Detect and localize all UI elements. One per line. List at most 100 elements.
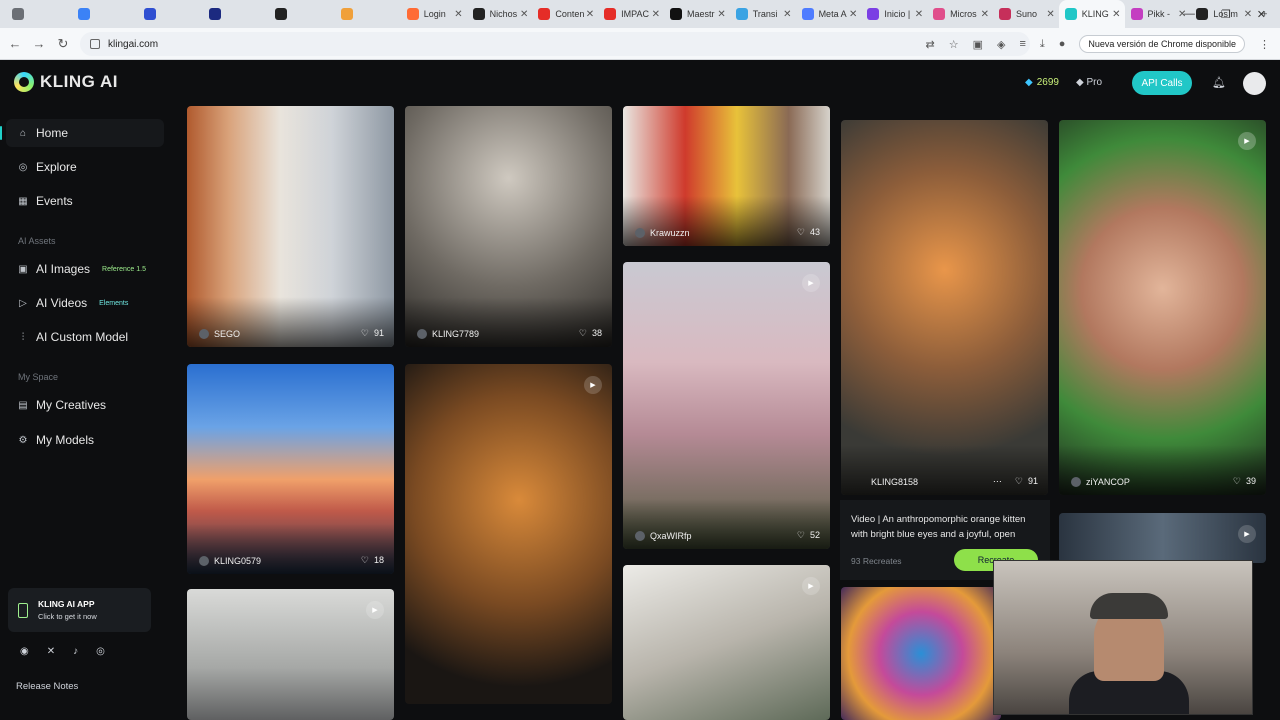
gallery-card[interactable]: ▶	[623, 565, 830, 720]
browser-tab[interactable]	[269, 0, 335, 28]
gallery-card[interactable]: Krawuzzn ♡ 43	[623, 106, 830, 246]
puzzle-icon[interactable]: ◈	[997, 38, 1005, 51]
close-icon[interactable]: ✕	[652, 9, 660, 20]
play-icon[interactable]: ▶	[366, 601, 384, 619]
card-owner[interactable]: SEGO	[199, 329, 240, 339]
like-button[interactable]: ♡ 52	[797, 530, 820, 541]
like-button[interactable]: ♡ 18	[361, 555, 384, 566]
minimize-icon[interactable]: —	[1184, 8, 1195, 20]
close-icon[interactable]: ✕	[783, 9, 791, 20]
close-icon[interactable]: ✕	[1046, 9, 1054, 20]
extension-icon[interactable]: ▣	[973, 38, 983, 51]
browser-tab[interactable]	[138, 0, 204, 28]
browser-tab[interactable]: IMPAC ✕	[598, 0, 664, 28]
bookmark-star-icon[interactable]: ☆	[949, 38, 959, 51]
gallery-card[interactable]: SEGO ♡ 91	[187, 106, 394, 347]
browser-tab[interactable]	[335, 0, 401, 28]
browser-tab-active[interactable]: KLING ✕	[1058, 0, 1125, 28]
menu-kebab-icon[interactable]: ⋮	[1259, 38, 1270, 51]
sidebar-item-ai-custom-model[interactable]: ⫶ AI Custom Model	[6, 323, 164, 351]
close-icon[interactable]: ✕	[454, 9, 462, 20]
restore-icon[interactable]: ❐	[1221, 8, 1231, 21]
close-icon[interactable]: ✕	[981, 9, 989, 20]
browser-tab[interactable]: Pikk - ✕	[1125, 0, 1191, 28]
bell-icon[interactable]: 🔔︎	[1212, 76, 1226, 89]
like-button[interactable]: ♡ 43	[797, 227, 820, 238]
credits-counter[interactable]: ◆ 2699	[1025, 77, 1059, 88]
gallery-card[interactable]: ▶	[187, 589, 394, 720]
browser-tab[interactable]: Maestr ✕	[664, 0, 730, 28]
x-icon[interactable]: ✕	[47, 646, 55, 657]
sidebar-item-events[interactable]: ▦ Events	[6, 187, 164, 215]
avatar[interactable]	[1243, 72, 1266, 95]
instagram-icon[interactable]: ◎	[96, 646, 105, 657]
like-button[interactable]: ♡ 39	[1233, 476, 1256, 487]
discord-icon[interactable]: ◉	[20, 646, 29, 657]
media-icon[interactable]: ≡	[1019, 38, 1025, 50]
close-icon[interactable]: ✕	[849, 9, 857, 20]
browser-tab[interactable]: Suno ✕	[993, 0, 1059, 28]
brand-logo[interactable]: KLING AI	[14, 72, 118, 92]
like-button[interactable]: ♡ 38	[579, 328, 602, 339]
sidebar-item-ai-videos[interactable]: ▷ AI Videos Elements	[6, 289, 164, 317]
sidebar-item-explore[interactable]: ◎ Explore	[6, 153, 164, 181]
like-button[interactable]: ♡ 91	[361, 328, 384, 339]
card-owner[interactable]: KLING8158	[853, 477, 918, 487]
sidebar-item-label: Events	[36, 194, 73, 208]
gallery-card[interactable]: ▶	[1059, 513, 1266, 563]
translate-icon[interactable]: ⇄	[925, 38, 934, 51]
play-icon[interactable]: ▶	[802, 274, 820, 292]
browser-tab[interactable]: Login ✕	[401, 0, 467, 28]
browser-tab[interactable]	[203, 0, 269, 28]
profile-icon[interactable]: ●	[1059, 38, 1066, 50]
sidebar-item-home[interactable]: ⌂ Home	[6, 119, 164, 147]
close-window-icon[interactable]: ✕	[1257, 8, 1266, 21]
card-owner[interactable]: ziYANCOP	[1071, 477, 1130, 487]
play-icon[interactable]: ▶	[802, 577, 820, 595]
more-icon[interactable]: ⋯	[993, 476, 1002, 487]
gallery-card[interactable]: ▶	[405, 364, 612, 704]
sidebar-item-my-creatives[interactable]: ▤ My Creatives	[6, 391, 164, 419]
tiktok-icon[interactable]: ♪	[73, 646, 78, 657]
gallery-card[interactable]: ▶ ziYANCOP ♡ 39	[1059, 120, 1266, 495]
close-icon[interactable]: ✕	[1112, 9, 1120, 20]
release-notes-link[interactable]: Release Notes	[16, 681, 78, 692]
url-field[interactable]: klingai.com	[80, 32, 1030, 56]
gallery-card[interactable]: KLING7789 ♡ 38	[405, 106, 612, 347]
close-icon[interactable]: ✕	[520, 9, 528, 20]
browser-tab[interactable]: Transi ✕	[730, 0, 796, 28]
play-icon[interactable]: ▶	[1238, 525, 1256, 543]
browser-tab[interactable]	[6, 0, 72, 28]
like-button[interactable]: ⋯ ♡ 91	[993, 476, 1038, 487]
play-icon[interactable]: ▶	[584, 376, 602, 394]
card-owner[interactable]: KLING7789	[417, 329, 479, 339]
gallery-card[interactable]	[841, 587, 1001, 720]
api-calls-button[interactable]: API Calls	[1132, 71, 1192, 95]
sidebar-item-ai-images[interactable]: ▣ AI Images Reference 1.5	[6, 255, 164, 283]
back-icon[interactable]: ←	[3, 36, 27, 51]
card-owner[interactable]: QxaWIRfp	[635, 531, 692, 541]
plan-badge[interactable]: ◆ Pro	[1076, 77, 1102, 88]
app-download-card[interactable]: KLING AI APP Click to get it now	[8, 588, 151, 632]
sidebar-item-label: Explore	[36, 160, 77, 174]
close-icon[interactable]: ✕	[717, 9, 725, 20]
download-icon[interactable]: ⤓	[1040, 38, 1045, 51]
chrome-update-button[interactable]: Nueva versión de Chrome disponible	[1079, 35, 1245, 53]
gallery-card[interactable]: KLING0579 ♡ 18	[187, 364, 394, 574]
close-icon[interactable]: ✕	[915, 9, 923, 20]
card-owner[interactable]: Krawuzzn	[635, 228, 690, 238]
gallery-card-hovered[interactable]: KLING8158 ⋯ ♡ 91	[841, 120, 1048, 495]
close-icon[interactable]: ✕	[586, 9, 594, 20]
browser-tab[interactable]: Conten ✕	[532, 0, 598, 28]
browser-tab[interactable]	[72, 0, 138, 28]
browser-tab[interactable]: Micros ✕	[927, 0, 993, 28]
browser-tab[interactable]: Nichos ✕	[467, 0, 533, 28]
site-info-icon[interactable]	[90, 39, 100, 49]
browser-tab[interactable]: Meta A ✕	[796, 0, 862, 28]
browser-tab[interactable]: Inicio | ✕	[861, 0, 927, 28]
card-owner[interactable]: KLING0579	[199, 556, 261, 566]
sidebar-item-my-models[interactable]: ⚙ My Models	[6, 426, 164, 454]
gallery-card[interactable]: ▶ QxaWIRfp ♡ 52	[623, 262, 830, 549]
forward-icon[interactable]: →	[27, 36, 51, 51]
reload-icon[interactable]: ↻	[51, 36, 75, 52]
